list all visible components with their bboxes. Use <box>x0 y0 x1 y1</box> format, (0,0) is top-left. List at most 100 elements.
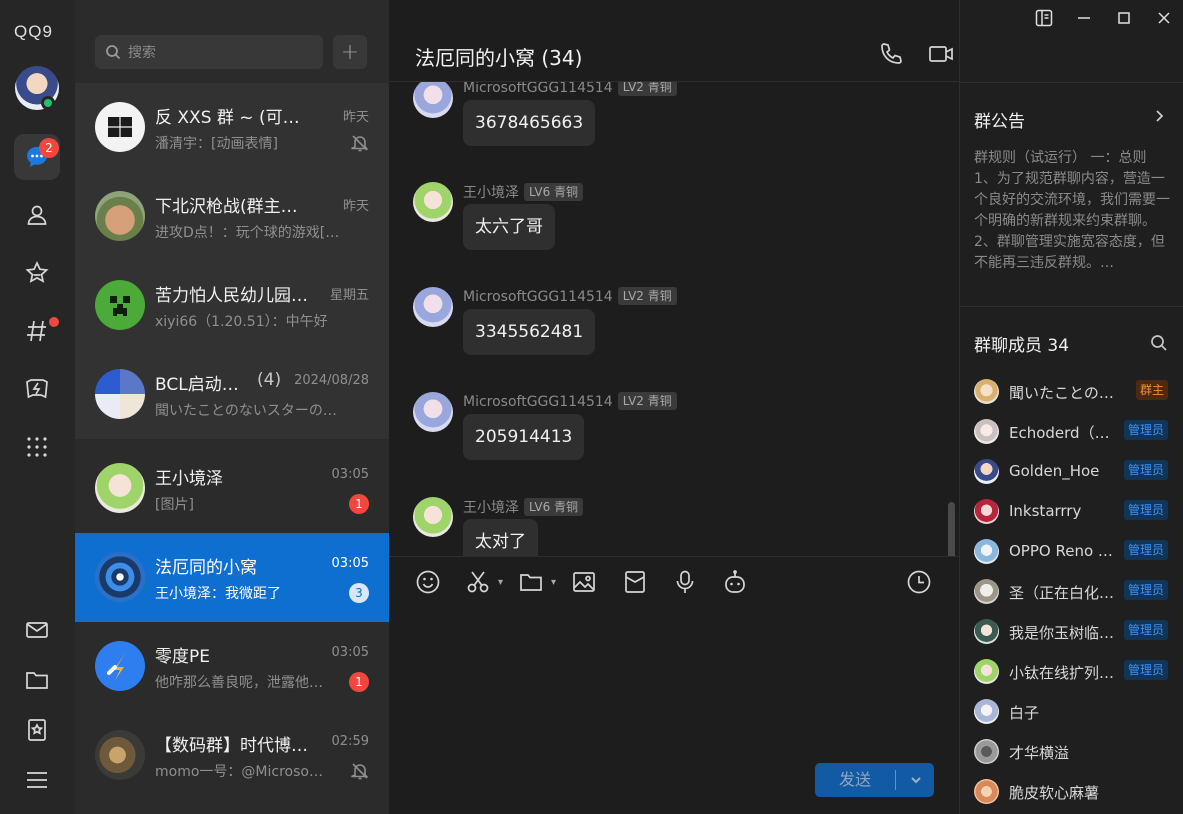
person-icon <box>27 205 47 225</box>
input-toolbar: ▾ ▾ <box>389 556 960 606</box>
search-icon <box>106 45 121 60</box>
message-bubble[interactable]: 205914413 <box>463 414 585 460</box>
chat-header: 法厄同的小窝 (34) ▾ <box>389 0 1154 82</box>
red-packet-button[interactable] <box>622 569 648 595</box>
unread-badge: 1 <box>349 672 369 692</box>
members-title: 群聊成员 34 <box>974 336 1070 356</box>
admin-badge: 管理员 <box>1123 500 1168 520</box>
history-button[interactable] <box>906 569 932 595</box>
conversation-item[interactable]: 苦力怕人民幼儿园… 星期五 xiyi66（1.20.51）：中午好 <box>75 261 389 350</box>
screenshot-button[interactable] <box>465 569 491 595</box>
member-name: 才华横溢 <box>1009 744 1070 762</box>
favorites-nav-button[interactable] <box>14 250 60 296</box>
minimize-button[interactable] <box>1074 8 1094 28</box>
main-menu-button[interactable] <box>14 757 60 803</box>
conversation-avatar <box>95 552 145 602</box>
member-item[interactable]: Inkstarrry 管理员 <box>974 497 1174 525</box>
conversation-item[interactable]: 王小境泽 03:05 [图片] 1 <box>75 444 389 533</box>
member-avatar <box>974 539 999 564</box>
send-file-button[interactable] <box>518 569 544 595</box>
admin-badge: 管理员 <box>1123 460 1168 480</box>
conversation-item[interactable]: 反 XXS 群 ~ (可闲聊) 昨天 潘清宇：[动画表情] <box>75 83 389 172</box>
conversation-item-selected[interactable]: 法厄同的小窝 03:05 王小境泽：我微距了 3 <box>75 533 389 622</box>
conversation-name: 苦力怕人民幼儿园… <box>155 286 308 306</box>
microphone-icon <box>676 570 694 593</box>
search-box[interactable]: 搜索 <box>95 35 323 69</box>
video-call-button[interactable] <box>927 40 955 68</box>
member-item[interactable]: 小钛在线扩列… 管理员 <box>974 657 1174 685</box>
voice-call-button[interactable] <box>877 40 905 68</box>
robot-button[interactable] <box>722 569 748 595</box>
conversation-item[interactable]: 下北沢枪战(群主有… 昨天 进攻D点！：玩个球的游戏[… <box>75 172 389 261</box>
send-options-button[interactable] <box>897 763 934 797</box>
messages-unread-badge: 2 <box>39 138 59 158</box>
files-nav-button[interactable] <box>14 657 60 703</box>
games-nav-button[interactable] <box>14 366 60 412</box>
mail-nav-button[interactable] <box>14 607 60 653</box>
member-item[interactable]: 脆皮软心麻薯 <box>974 777 1174 805</box>
folder-icon <box>26 672 48 689</box>
member-name: Golden_Hoe <box>1009 462 1100 480</box>
maximize-button[interactable] <box>1114 8 1134 28</box>
member-item[interactable]: Golden_Hoe 管理员 <box>974 457 1174 485</box>
conversation-name: BCL启动… <box>155 375 239 395</box>
member-avatar <box>974 659 999 684</box>
message-bubble[interactable]: 3345562481 <box>463 309 596 355</box>
admin-badge: 管理员 <box>1123 620 1168 640</box>
send-image-button[interactable] <box>571 569 597 595</box>
send-button[interactable]: 发送 <box>815 763 895 797</box>
member-search-icon[interactable] <box>1150 334 1168 352</box>
conversation-list: 搜索 + 反 XXS 群 ~ (可闲聊) 昨天 潘清宇：[动画表情] 下北沢枪战… <box>75 0 389 814</box>
sender-avatar[interactable] <box>413 392 453 432</box>
contacts-nav-button[interactable] <box>14 192 60 238</box>
member-item[interactable]: OPPO Reno … 管理员 <box>974 537 1174 565</box>
member-item[interactable]: 聞いたことの… 群主 <box>974 377 1174 405</box>
message-bubble[interactable]: 3678465663 <box>463 100 596 146</box>
pin-window-button[interactable] <box>1034 8 1054 28</box>
mail-icon <box>26 622 48 638</box>
channels-nav-button[interactable] <box>14 308 60 354</box>
member-avatar <box>974 619 999 644</box>
message-bubble[interactable]: 太六了哥 <box>463 204 555 250</box>
member-avatar <box>974 779 999 804</box>
robot-icon <box>725 570 745 593</box>
conversation-avatar <box>95 730 145 780</box>
sender-avatar[interactable] <box>413 497 453 537</box>
star-icon <box>25 260 49 283</box>
member-item[interactable]: Echoderd（… 管理员 <box>974 417 1174 445</box>
member-item[interactable]: 白子 <box>974 697 1174 725</box>
message-scrollbar[interactable] <box>948 502 955 556</box>
muted-bell-icon <box>351 134 369 152</box>
voice-message-button[interactable] <box>672 569 698 595</box>
close-button[interactable] <box>1154 8 1174 28</box>
conversation-preview: [图片] <box>155 497 194 513</box>
emoji-button[interactable] <box>415 569 441 595</box>
member-item[interactable]: 才华横溢 <box>974 737 1174 765</box>
member-name: OPPO Reno … <box>1009 542 1113 560</box>
hamburger-menu-icon <box>27 772 47 788</box>
conversation-item[interactable]: 零度PE 03:05 他咋那么善良呢，泄露他… 1 <box>75 622 389 711</box>
conversation-avatar <box>95 641 145 691</box>
sender-avatar[interactable] <box>413 287 453 327</box>
collections-nav-button[interactable] <box>14 707 60 753</box>
member-name: 我是你玉树临… <box>1009 624 1115 642</box>
member-item[interactable]: 我是你玉树临… 管理员 <box>974 617 1174 645</box>
member-avatar <box>974 459 999 484</box>
search-input[interactable]: 搜索 <box>128 42 156 62</box>
sender-name: MicrosoftGGG114514 LV2 青铜 <box>463 287 677 305</box>
conversation-item[interactable]: BCL启动… (4) 2024/08/28 聞いたことのないスターの… <box>75 350 389 439</box>
apps-nav-button[interactable] <box>14 424 60 470</box>
announcement-text: 群规则（试运行） 一：总则 1、为了规范群聊内容，营造一个良好的交流环境，我们需… <box>974 150 1170 271</box>
conversation-name: 法厄同的小窝 <box>155 558 257 578</box>
member-name: 圣（正在白化… <box>1009 584 1115 602</box>
level-tag: LV2 青铜 <box>617 392 677 410</box>
member-item[interactable]: 圣（正在白化… 管理员 <box>974 577 1174 605</box>
sender-avatar[interactable] <box>413 182 453 222</box>
chevron-right-icon <box>1156 110 1164 122</box>
message-bubble[interactable]: 太对了 <box>463 519 538 556</box>
conversation-item[interactable]: 【数码群】时代博… 02:59 momo一号：@Microso… <box>75 711 389 800</box>
create-plus-button[interactable]: + <box>333 35 367 69</box>
member-avatar <box>974 579 999 604</box>
sender-avatar[interactable] <box>413 82 453 118</box>
bookmark-star-icon <box>28 719 46 741</box>
